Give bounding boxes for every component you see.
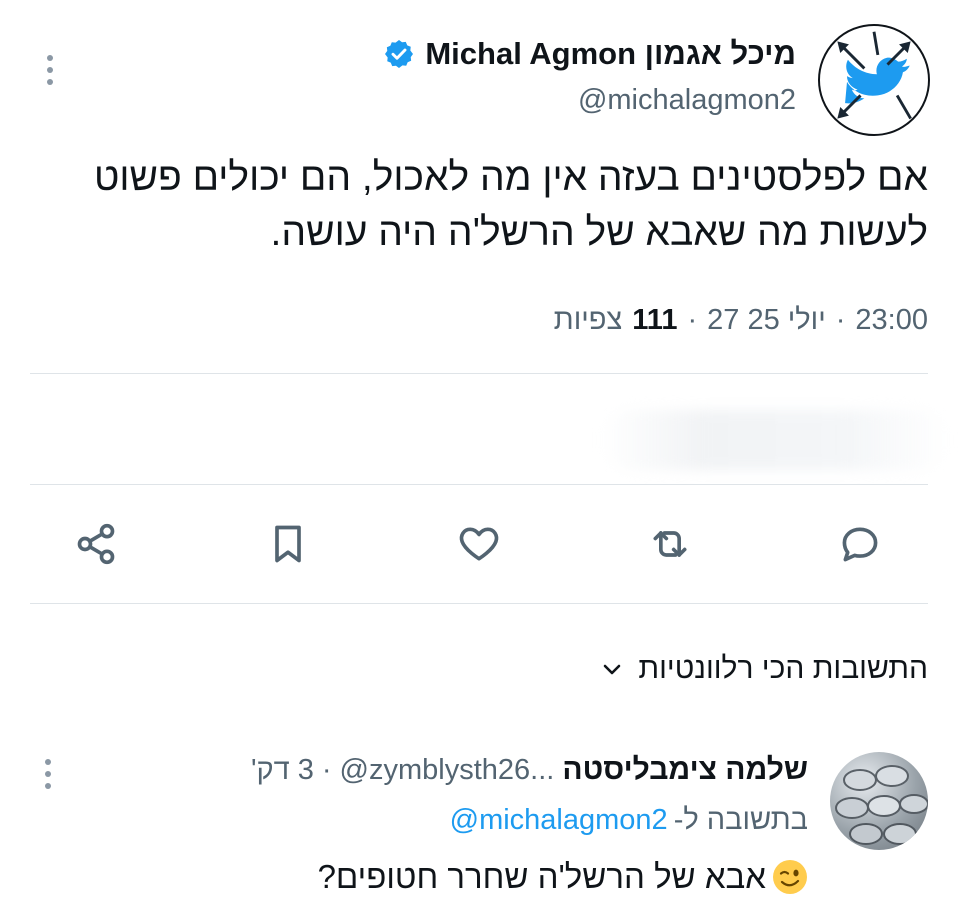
meta-separator: · (835, 303, 846, 336)
retweet-icon (653, 531, 687, 557)
reply-separator: · (321, 753, 332, 786)
author-display-name[interactable]: Michal Agmon מיכל אגמון (425, 36, 796, 72)
tweet-time[interactable]: 23:00 (855, 304, 928, 337)
author-name-row[interactable]: Michal Agmon מיכל אגמון (383, 32, 796, 76)
share-button[interactable] (72, 520, 120, 568)
like-button[interactable] (455, 520, 503, 568)
divider (30, 373, 928, 374)
heart-icon (459, 527, 499, 561)
tweet-text: אם לפלסטינים בעזה אין מה לאכול, הם יכולי… (93, 156, 928, 254)
views-count: 111 (632, 303, 678, 336)
author-avatar[interactable] (818, 24, 930, 136)
more-options-icon[interactable] (40, 52, 60, 88)
avatar-image (835, 765, 928, 845)
author-handle[interactable]: @michalagmon2 (578, 84, 796, 117)
bookmark-icon (275, 525, 301, 563)
retweet-button[interactable] (646, 520, 694, 568)
reply-text: אבא של הרשל'ה שחרר חטופים? (317, 858, 766, 895)
divider (30, 603, 928, 604)
divider (30, 484, 928, 485)
bookmark-button[interactable] (264, 520, 312, 568)
verified-badge-icon (385, 40, 414, 68)
sort-label[interactable]: התשובות הכי רלוונטיות (638, 652, 928, 686)
tweet-date[interactable]: 27 יולי 25 (707, 304, 826, 337)
replying-to-label: בתשובה ל- (673, 803, 808, 836)
share-icon (77, 523, 115, 565)
reply-button[interactable] (836, 520, 884, 568)
reply-author-handle[interactable]: @zymblysth26... (340, 754, 555, 787)
bird-logo-icon (837, 31, 912, 120)
replies-sort-dropdown[interactable]: התשובות הכי רלוונטיות (600, 646, 928, 692)
reply-icon (842, 527, 878, 562)
reply-more-options-icon[interactable] (38, 756, 58, 792)
reply-author-name[interactable]: שלמה צימבליסטה (562, 753, 808, 787)
meta-separator: · (687, 303, 698, 336)
reply-time[interactable]: 3 דק' (251, 754, 314, 787)
views-label: צפיות (553, 303, 623, 336)
reply-author-avatar[interactable] (830, 752, 928, 850)
winking-face-icon (773, 860, 807, 894)
replying-to: בתשובה ל- @michalagmon2 (450, 798, 808, 842)
reply-header: שלמה צימבליסטה @zymblysth26... · 3 דק' (251, 748, 808, 792)
reply-text-row: אבא של הרשל'ה שחרר חטופים? (318, 852, 808, 902)
replying-to-handle-link[interactable]: @michalagmon2 (450, 804, 668, 837)
chevron-down-icon (604, 664, 621, 675)
blurred-area (600, 410, 950, 470)
tweet-meta: 23:00 · 27 יולי 25 · 111 צפיות (554, 300, 928, 340)
